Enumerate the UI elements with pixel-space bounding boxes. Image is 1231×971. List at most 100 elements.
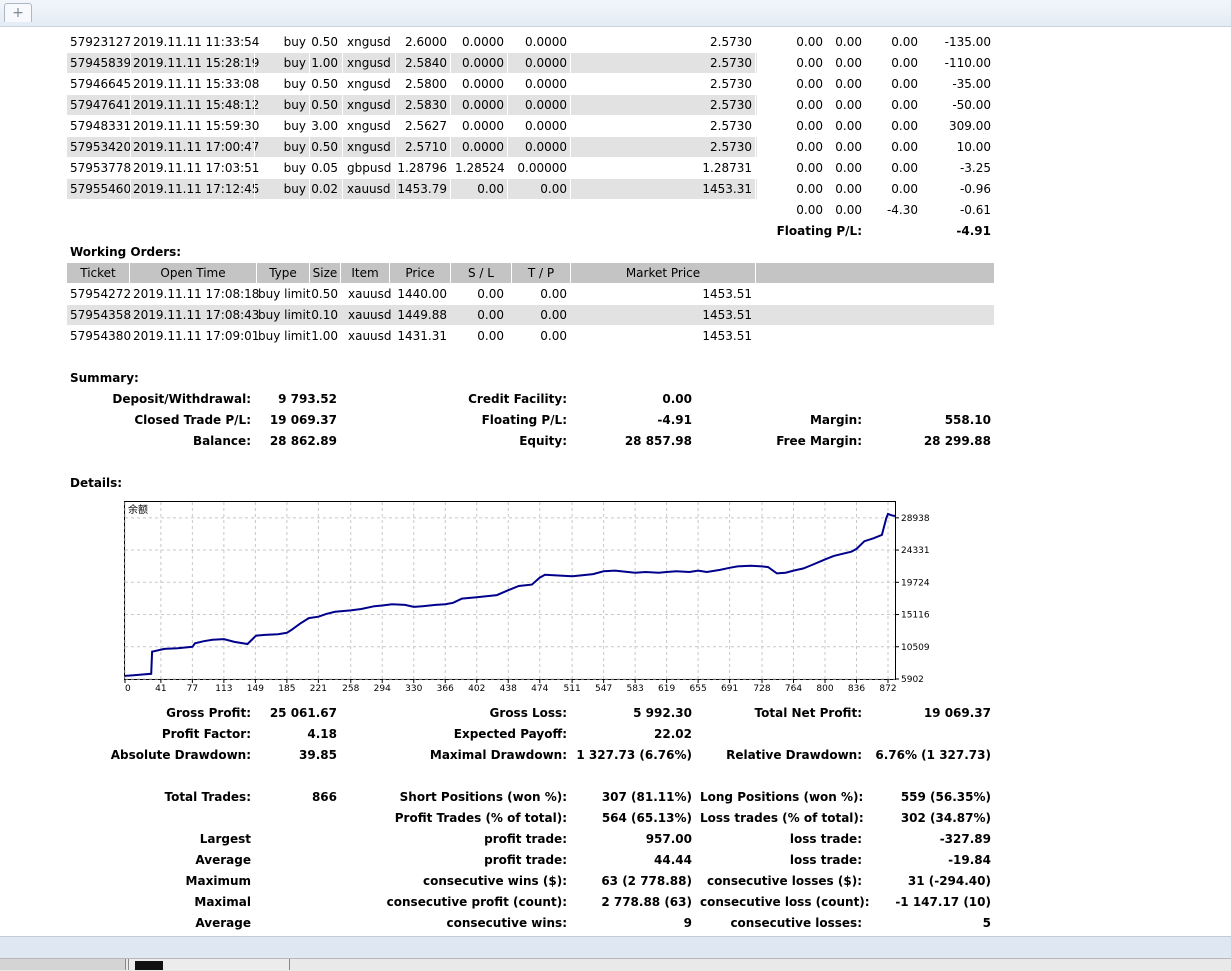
- trade-time: 2019.11.11 15:48:12: [133, 98, 260, 112]
- trade-profit: -35.00: [952, 77, 991, 91]
- trade-sl: 0.0000: [462, 140, 504, 154]
- trade-tp: 0.00: [540, 182, 567, 196]
- details-title: Details:: [70, 476, 123, 490]
- trade-ticket: 57946645: [70, 77, 132, 91]
- order-row: 57954358 2019.11.11 17:08:43 buy limit 0.10…: [67, 305, 994, 325]
- trade-sl: 1.28524: [455, 161, 505, 175]
- gross-loss-label: Gross Loss:: [489, 706, 567, 720]
- average-loss-value: -19.84: [948, 853, 991, 867]
- order-market: 1453.51: [702, 329, 752, 343]
- col-price[interactable]: Price: [390, 263, 450, 283]
- loss-trades-value: 302 (34.87%): [900, 811, 991, 825]
- col-type[interactable]: Type: [257, 263, 309, 283]
- max-consecutive-wins-label: consecutive wins ($):: [422, 874, 567, 888]
- trade-time: 2019.11.11 15:28:19: [133, 56, 260, 70]
- col-sl[interactable]: S / L: [451, 263, 511, 283]
- total-swap: -4.30: [886, 203, 918, 217]
- maximal-drawdown-label: Maximal Drawdown:: [429, 748, 567, 762]
- trade-item: xngusd: [347, 140, 391, 154]
- order-ticket: 57954358: [70, 308, 132, 322]
- trade-row: 57953420 2019.11.11 17:00:47 buy 0.50 xngusd…: [67, 137, 991, 157]
- order-sl: 0.00: [477, 329, 504, 343]
- avg-consecutive-losses-value: 5: [982, 916, 991, 930]
- taskbar-item-1[interactable]: [0, 959, 126, 970]
- col-ticket[interactable]: Ticket: [67, 263, 129, 283]
- order-price: 1431.31: [397, 329, 447, 343]
- col-open-time[interactable]: Open Time: [130, 263, 256, 283]
- floating-pl-label: Floating P/L:: [776, 224, 862, 238]
- equity-value: 28 857.98: [624, 434, 692, 448]
- trade-tp: 0.0000: [525, 56, 567, 70]
- trade-price: 2.5800: [405, 77, 447, 91]
- trade-time: 2019.11.11 11:33:54: [133, 35, 260, 49]
- x-tick-label: 0: [125, 684, 131, 694]
- trade-swap: 0.00: [891, 35, 918, 49]
- maximal-label: Maximal: [194, 895, 251, 909]
- trade-ticket: 57953420: [70, 140, 132, 154]
- order-item: xauusd: [348, 308, 392, 322]
- loss-trades-label: Loss trades (% of total):: [700, 811, 864, 825]
- trade-time: 2019.11.11 15:59:30: [133, 119, 260, 133]
- x-tick-label: 258: [342, 684, 359, 694]
- trade-tax: 0.00: [835, 161, 862, 175]
- trade-tax: 0.00: [835, 56, 862, 70]
- x-tick-label: 77: [187, 684, 198, 694]
- new-tab-button[interactable]: +: [4, 3, 32, 22]
- trade-item: xngusd: [347, 77, 391, 91]
- summary-title: Summary:: [70, 371, 139, 385]
- order-item: xauusd: [348, 329, 392, 343]
- summary-floating-value: -4.91: [657, 413, 692, 427]
- trade-item: xngusd: [347, 98, 391, 112]
- trade-price: 2.5840: [405, 56, 447, 70]
- x-tick-label: 836: [848, 684, 865, 694]
- profit-factor-value: 4.18: [307, 727, 337, 741]
- col-size[interactable]: Size: [310, 263, 340, 283]
- trade-swap: 0.00: [891, 77, 918, 91]
- col-market-price[interactable]: Market Price: [571, 263, 755, 283]
- trade-profit: -110.00: [944, 56, 991, 70]
- x-tick-label: 402: [468, 684, 485, 694]
- x-tick-label: 185: [278, 684, 295, 694]
- trade-tp: 0.0000: [525, 119, 567, 133]
- trade-type: buy: [283, 119, 306, 133]
- x-tick-label: 511: [564, 684, 581, 694]
- total-trades-value: 866: [311, 790, 337, 804]
- maximal-profit-value: 2 778.88 (63): [601, 895, 692, 909]
- trade-size: 0.50: [311, 35, 338, 49]
- order-time: 2019.11.11 17:08:18: [133, 287, 260, 301]
- trade-tp: 0.0000: [525, 77, 567, 91]
- col-tp[interactable]: T / P: [512, 263, 570, 283]
- avg-consecutive-wins-label: consecutive wins:: [446, 916, 567, 930]
- trade-comm: 0.00: [796, 119, 823, 133]
- trade-type: buy: [283, 161, 306, 175]
- order-sl: 0.00: [477, 308, 504, 322]
- trade-tax: 0.00: [835, 35, 862, 49]
- taskbar-item-2[interactable]: [128, 959, 290, 970]
- trade-ticket: 57948331: [70, 119, 132, 133]
- x-tick-label: 728: [753, 684, 770, 694]
- order-size: 1.00: [311, 329, 338, 343]
- order-market: 1453.51: [702, 308, 752, 322]
- trade-time: 2019.11.11 17:00:47: [133, 140, 260, 154]
- col-item[interactable]: Item: [341, 263, 389, 283]
- trade-ticket: 57923127: [70, 35, 132, 49]
- x-tick-label: 872: [879, 684, 896, 694]
- largest-profit-label: profit trade:: [484, 832, 567, 846]
- trade-item: xngusd: [347, 56, 391, 70]
- total-taxes: 0.00: [835, 203, 862, 217]
- trade-swap: 0.00: [891, 140, 918, 154]
- working-orders-header: Ticket Open Time Type Size Item Price S …: [67, 263, 994, 283]
- trade-time: 2019.11.11 15:33:08: [133, 77, 260, 91]
- order-tp: 0.00: [540, 287, 567, 301]
- trade-type: buy: [283, 35, 306, 49]
- x-tick-label: 583: [627, 684, 644, 694]
- trade-price: 2.5710: [405, 140, 447, 154]
- equity-label: Equity:: [519, 434, 567, 448]
- gross-profit-label: Gross Profit:: [166, 706, 251, 720]
- trade-tax: 0.00: [835, 140, 862, 154]
- x-tick-label: 366: [437, 684, 454, 694]
- largest-loss-value: -327.89: [939, 832, 991, 846]
- order-time: 2019.11.11 17:08:43: [133, 308, 260, 322]
- order-row: 57954272 2019.11.11 17:08:18 buy limit 0.50…: [67, 284, 994, 304]
- floating-pl-value: -4.91: [956, 224, 991, 238]
